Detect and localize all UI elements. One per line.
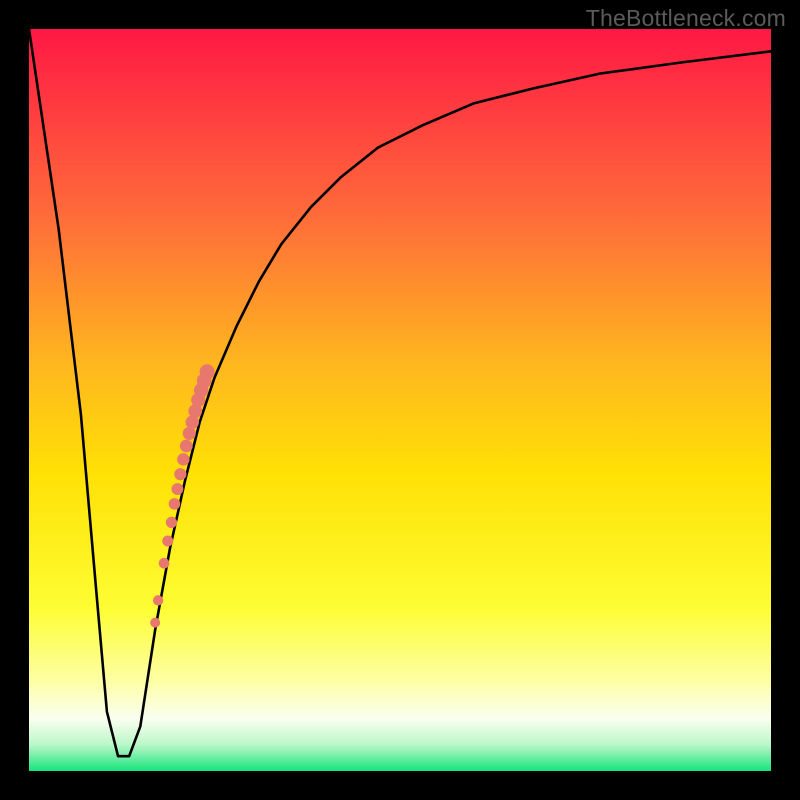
marker-point xyxy=(153,595,163,605)
marker-point xyxy=(180,440,193,453)
bottleneck-chart xyxy=(29,29,771,771)
marker-point xyxy=(174,468,186,480)
marker-point xyxy=(183,427,196,440)
marker-point xyxy=(171,483,183,495)
marker-point xyxy=(166,517,177,528)
chart-frame: TheBottleneck.com xyxy=(0,0,800,800)
gradient-background xyxy=(29,29,771,771)
marker-point xyxy=(200,364,215,379)
marker-point xyxy=(150,618,160,628)
marker-point xyxy=(162,536,173,547)
chart-svg xyxy=(29,29,771,771)
marker-point xyxy=(177,453,190,466)
marker-point xyxy=(159,558,170,569)
marker-point xyxy=(169,498,181,510)
watermark-text: TheBottleneck.com xyxy=(586,5,786,32)
